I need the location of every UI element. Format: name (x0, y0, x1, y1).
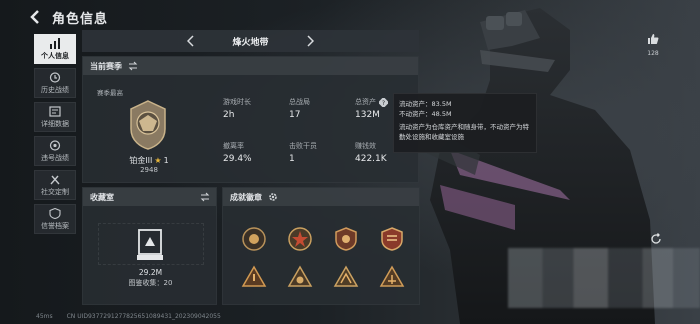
display-case-icon (137, 229, 163, 260)
sidebar-item-label: 社交定制 (41, 187, 69, 196)
shield-icon (49, 207, 61, 219)
gear-icon[interactable] (268, 192, 278, 202)
stat-label: 总战局 (289, 98, 310, 106)
rotate-icon[interactable] (650, 233, 662, 245)
season-name: 烽火地带 (232, 37, 269, 48)
stat-extract-rate: 撤离率 29.4% (223, 141, 252, 164)
stat-label: 总资产 (355, 98, 376, 106)
vault-value: 29.2M (138, 268, 163, 277)
rank-line: 铂金III ★ 1 (101, 155, 197, 166)
fps-readout: 45ms (36, 313, 53, 320)
tooltip-note: 流动资产为仓库资产和随身带，不动资产为特勤处设施和收藏室设施 (399, 123, 529, 141)
uid-readout: CN UID9377291277825651089431_20230904205… (66, 313, 221, 320)
sidebar-item-label: 信誉档案 (41, 221, 69, 230)
chevron-right-icon (307, 35, 315, 47)
stat-label: 击败干员 (289, 142, 317, 150)
current-season-panel: 当前赛季 赛季最高 铂金III ★ 1 2948 游戏时长 2h 总战局 17 总资… (82, 56, 419, 183)
rank-emblem-icon (130, 100, 166, 150)
tooltip-liquid: 流动资产：83.5M (399, 100, 452, 108)
season-best-label: 赛季最高 (97, 89, 123, 97)
vault-panel[interactable]: 收藏室 29.2M 图鉴收集：20 (82, 187, 217, 305)
sidebar-item-label: 历史战绩 (41, 85, 69, 94)
sidebar-item-personal-info[interactable]: 个人信息 (34, 34, 76, 64)
sidebar-item-reputation[interactable]: 信誉档案 (34, 204, 76, 234)
sidebar-item-label: 详细数据 (41, 119, 69, 128)
sidebar-item-detailed-data[interactable]: 详细数据 (34, 102, 76, 132)
mosaic-overlay (508, 248, 700, 308)
tooltip-fixed: 不动资产：48.5M (399, 110, 452, 118)
stat-value: 1 (289, 154, 295, 164)
badges-panel: 成就徽章 (222, 187, 420, 305)
like-button[interactable]: 128 (644, 30, 662, 57)
stat-value: 29.4% (223, 154, 252, 164)
footer-info: 45ms CN UID9377291277825651089431_202309… (36, 313, 221, 320)
target-icon (49, 139, 61, 151)
tools-icon (50, 175, 60, 184)
sidebar-item-history[interactable]: 历史战绩 (34, 68, 76, 98)
sidebar: 个人信息 历史战绩 详细数据 违号战绩 社交定制 信誉档案 (34, 34, 76, 238)
panel-title: 成就徽章 (230, 192, 262, 202)
stat-value: 2h (223, 110, 235, 120)
badge-icon[interactable] (287, 264, 313, 290)
rank-score: 2948 (140, 166, 158, 174)
thumbs-up-icon (648, 34, 659, 44)
rank-name: 铂金III (129, 156, 153, 165)
data-icon (49, 105, 61, 117)
badge-icon[interactable] (287, 226, 313, 252)
stat-label: 赚钱效 (355, 142, 376, 150)
stat-label: 游戏时长 (223, 98, 251, 106)
stat-total-matches: 总战局 17 (289, 97, 310, 120)
sidebar-item-label: 个人信息 (41, 51, 69, 60)
stat-earn-rate: 赚钱效 422.1K (355, 141, 387, 164)
panel-title: 当前赛季 (90, 61, 122, 71)
stat-play-time: 游戏时长 2h (223, 97, 251, 120)
prev-season-button[interactable] (184, 34, 196, 48)
badge-icon[interactable] (379, 226, 405, 252)
sidebar-item-label: 违号战绩 (41, 153, 69, 162)
bar-chart-icon (50, 37, 60, 49)
chevron-left-icon (186, 35, 194, 47)
badge-icon[interactable] (379, 264, 405, 290)
rank-stars: 1 (163, 156, 169, 165)
page-title: 角色信息 (52, 11, 109, 27)
sidebar-item-social[interactable]: 社交定制 (34, 170, 76, 200)
swap-icon[interactable] (200, 192, 210, 202)
sidebar-item-achievements[interactable]: 违号战绩 (34, 136, 76, 166)
like-count: 128 (647, 50, 659, 57)
panel-title: 收藏室 (90, 192, 114, 202)
stat-label: 撤离率 (223, 142, 244, 150)
stat-value: 422.1K (355, 154, 387, 164)
badge-icon[interactable] (333, 226, 359, 252)
season-selector: 烽火地带 (82, 30, 419, 52)
stat-kills: 击败干员 1 (289, 141, 317, 164)
stat-value: 17 (289, 110, 301, 120)
swap-icon[interactable] (128, 61, 138, 71)
badge-icon[interactable] (333, 264, 359, 290)
history-icon (49, 71, 61, 83)
svg-text:?: ? (382, 100, 385, 107)
badge-icon[interactable] (241, 264, 267, 290)
star-icon: ★ (154, 156, 162, 165)
help-icon[interactable]: ? (379, 97, 388, 107)
stat-total-assets: 总资产 ? 132M (355, 97, 388, 120)
stat-value: 132M (355, 110, 380, 120)
assets-tooltip: 流动资产：83.5M 不动资产：48.5M 流动资产为仓库资产和随身带，不动资产… (393, 93, 537, 153)
next-season-button[interactable] (305, 34, 317, 48)
vault-collection-count: 图鉴收集：20 (128, 279, 173, 287)
badge-icon[interactable] (241, 226, 267, 252)
back-arrow-icon[interactable] (30, 9, 44, 25)
